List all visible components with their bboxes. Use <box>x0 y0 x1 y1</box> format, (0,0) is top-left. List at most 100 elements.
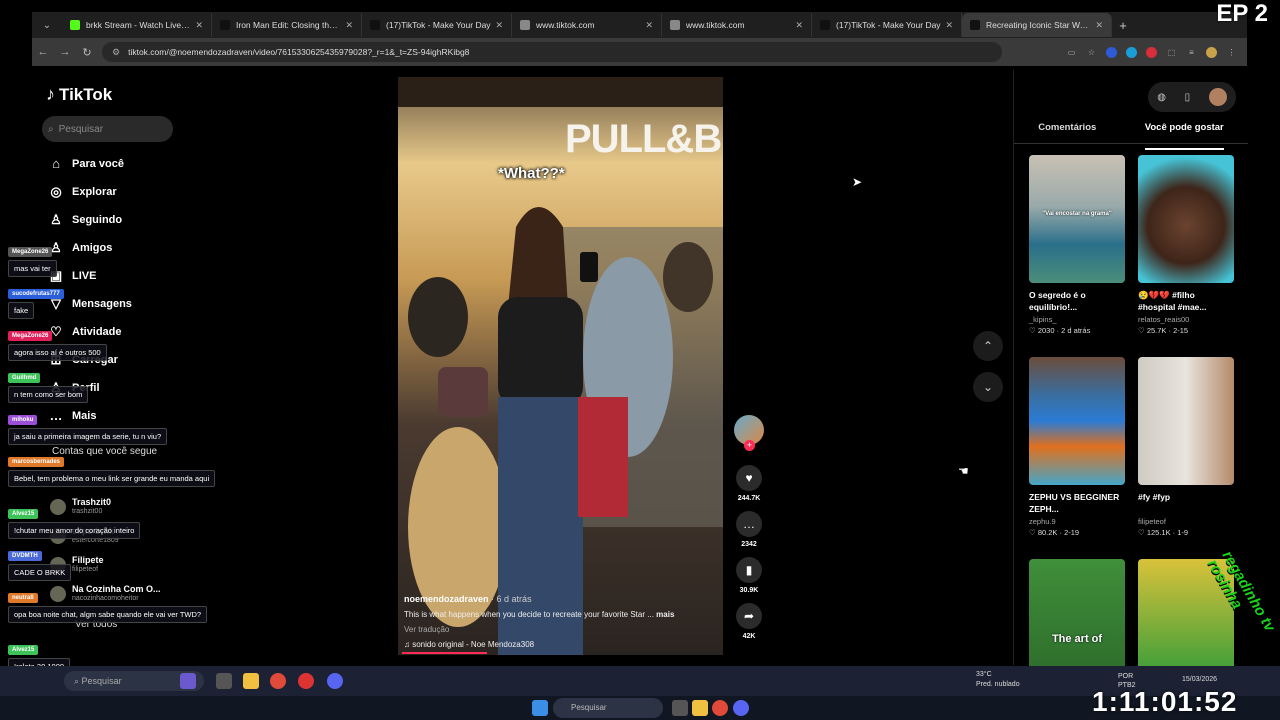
card-author[interactable]: filipeteof <box>1138 517 1234 526</box>
close-tab-icon[interactable]: ✕ <box>645 20 653 31</box>
browser-tab[interactable]: (17)TikTok - Make Your Day ✕ <box>362 13 512 37</box>
forward-icon[interactable]: → <box>54 46 76 58</box>
site-info-icon[interactable]: ⚙ <box>112 47 120 58</box>
video-thumbnail[interactable] <box>1138 357 1234 485</box>
save-action[interactable]: ▮ 30.9K <box>733 557 765 594</box>
url-input[interactable]: ⚙ tiktok.com/@noemendozadraven/video/761… <box>102 42 1002 62</box>
sound-name: sonido original - Noe Mendoza308 <box>412 640 535 649</box>
close-tab-icon[interactable]: ✕ <box>945 20 953 31</box>
heart-icon[interactable]: ♥ <box>736 465 762 491</box>
save-count: 30.9K <box>739 587 759 594</box>
like-action[interactable]: ♥ 244.7K <box>733 465 765 502</box>
comment-action[interactable]: … 2342 <box>733 511 765 548</box>
device-icon[interactable]: ▯ <box>1185 92 1191 103</box>
file-explorer-icon[interactable] <box>243 673 259 689</box>
task-view-icon[interactable] <box>216 673 232 689</box>
video-thumbnail[interactable]: "Vai encostar na grama" <box>1029 155 1125 283</box>
chrome-icon[interactable] <box>270 673 286 689</box>
card-author[interactable]: zephu.9 <box>1029 517 1125 526</box>
tab-favicon-icon <box>520 20 530 30</box>
search-input[interactable]: ⌕ Pesquisar <box>42 116 173 142</box>
previous-video-button[interactable]: ⌃ <box>973 331 1003 361</box>
file-explorer-icon[interactable] <box>692 700 708 716</box>
sidebar-item-friends[interactable]: ♙ Amigos <box>48 234 132 262</box>
chat-username: MegaZone26 <box>8 247 53 257</box>
back-icon[interactable]: ← <box>32 46 54 58</box>
browser-tab[interactable]: www.tiktok.com ✕ <box>662 13 812 37</box>
weather-widget[interactable]: 33°C Pred. nublado <box>976 670 1020 690</box>
next-video-button[interactable]: ⌄ <box>973 372 1003 402</box>
video-thumbnail[interactable] <box>1029 357 1125 485</box>
coins-icon[interactable]: ◍ <box>1157 92 1166 103</box>
tab-comments[interactable]: Comentários <box>1038 122 1096 143</box>
chat-username: DVDMTH <box>8 551 42 561</box>
more-link[interactable]: mais <box>656 610 674 619</box>
suggested-video-card[interactable]: 😢💔💔 #filho #hospital #mae... relatos_reai… <box>1138 155 1234 335</box>
extensions-puzzle-icon[interactable]: ⬚ <box>1166 47 1177 58</box>
start-icon[interactable] <box>532 700 548 716</box>
bookmark-star-icon[interactable]: ☆ <box>1086 47 1097 58</box>
sound-row[interactable]: ♫ sonido original - Noe Mendoza308 <box>404 640 715 649</box>
tab-title: brkk Stream - Watch Live on Ki <box>86 20 192 30</box>
sidebar-item-home[interactable]: ⌂ Para você <box>48 150 132 178</box>
suggested-video-card[interactable]: ZEPHU VS BEGGINER ZEPH... zephu.9 ♡ 80.2K … <box>1029 357 1125 537</box>
close-tab-icon[interactable]: ✕ <box>495 20 503 31</box>
browser-tab[interactable]: brkk Stream - Watch Live on Ki ✕ <box>62 13 212 37</box>
chat-username: mihoku <box>8 415 38 425</box>
card-author[interactable]: _kipins_ <box>1029 315 1125 324</box>
share-icon[interactable]: ➦ <box>736 603 762 629</box>
sidebar-item-label: Amigos <box>72 242 113 254</box>
thumbnail-caption: The art of <box>1051 633 1103 645</box>
video-player[interactable]: PULL&B *What??* noemendozadraven · 6 d a… <box>398 77 723 655</box>
app-icon[interactable] <box>298 673 314 689</box>
close-tab-icon[interactable]: ✕ <box>795 20 803 31</box>
discord-icon[interactable] <box>733 700 749 716</box>
new-tab-button[interactable]: + <box>1112 18 1134 33</box>
suggested-video-card[interactable]: "Vai encostar na grama" O segredo é o equ… <box>1029 155 1125 335</box>
episode-label: EP 2 <box>1216 0 1268 27</box>
chrome-icon[interactable] <box>712 700 728 716</box>
close-tab-icon[interactable]: ✕ <box>1095 20 1103 31</box>
follow-plus-icon[interactable]: + <box>744 440 755 451</box>
translate-link[interactable]: Ver tradução <box>404 625 715 634</box>
chat-message: MegaZone26 mas vai ter <box>8 240 57 277</box>
card-author[interactable]: relatos_reais00 <box>1138 315 1234 324</box>
task-view-icon[interactable] <box>672 700 688 716</box>
tiktok-logo[interactable]: ♪ TikTok <box>46 84 112 105</box>
like-count: 244.7K <box>737 495 761 502</box>
browser-tab[interactable]: (17)TikTok - Make Your Day ✕ <box>812 13 962 37</box>
sidebar-item-following[interactable]: ♙ Seguindo <box>48 206 132 234</box>
suggested-video-card[interactable]: #fy #fyp filipeteof ♡ 125.1K · 1-9 <box>1138 357 1234 537</box>
extension-icon[interactable] <box>1146 46 1157 58</box>
browser-menu-icon[interactable]: ⋮ <box>1226 47 1237 58</box>
discord-icon[interactable] <box>327 673 343 689</box>
video-username[interactable]: noemendozadraven <box>404 594 489 604</box>
taskbar-search-secondary[interactable]: Pesquisar <box>553 698 663 718</box>
browser-tab[interactable]: Recreating Iconic Star Wars ✕ <box>962 13 1112 37</box>
install-icon[interactable]: ▭ <box>1066 47 1077 58</box>
close-tab-icon[interactable]: ✕ <box>345 20 353 31</box>
browser-tab[interactable]: www.tiktok.com ✕ <box>512 13 662 37</box>
video-username-row[interactable]: noemendozadraven · 6 d atrás <box>404 594 715 604</box>
copilot-icon[interactable] <box>180 673 196 689</box>
profile-avatar[interactable] <box>1206 46 1217 58</box>
video-progress-bar[interactable] <box>402 652 487 654</box>
bookmark-icon[interactable]: ▮ <box>736 557 762 583</box>
tab-strip: brkk Stream - Watch Live on Ki ✕ Iron Man … <box>62 13 1112 37</box>
extension-icon[interactable] <box>1106 46 1117 58</box>
reload-icon[interactable]: ↻ <box>76 46 98 59</box>
extension-icon[interactable] <box>1126 46 1137 58</box>
user-avatar[interactable] <box>1208 88 1227 106</box>
sidebar-item-compass[interactable]: ◎ Explorar <box>48 178 132 206</box>
browser-tab[interactable]: Iron Man Edit: Closing the Mai ✕ <box>212 13 362 37</box>
close-tab-icon[interactable]: ✕ <box>195 20 203 31</box>
tab-suggested[interactable]: Você pode gostar <box>1144 122 1224 150</box>
creator-avatar[interactable]: + <box>734 415 764 451</box>
share-action[interactable]: ➦ 42K <box>733 603 765 640</box>
reading-list-icon[interactable]: ≡ <box>1186 47 1197 58</box>
video-thumbnail[interactable] <box>1138 155 1234 283</box>
browser-tab-bar: ⌄ brkk Stream - Watch Live on Ki ✕ Iron Ma… <box>32 12 1247 38</box>
tab-search-button[interactable]: ⌄ <box>36 14 58 36</box>
chat-message: marcosbernades Bebel, tem problema o meu … <box>8 450 216 487</box>
comment-icon[interactable]: … <box>736 511 762 537</box>
